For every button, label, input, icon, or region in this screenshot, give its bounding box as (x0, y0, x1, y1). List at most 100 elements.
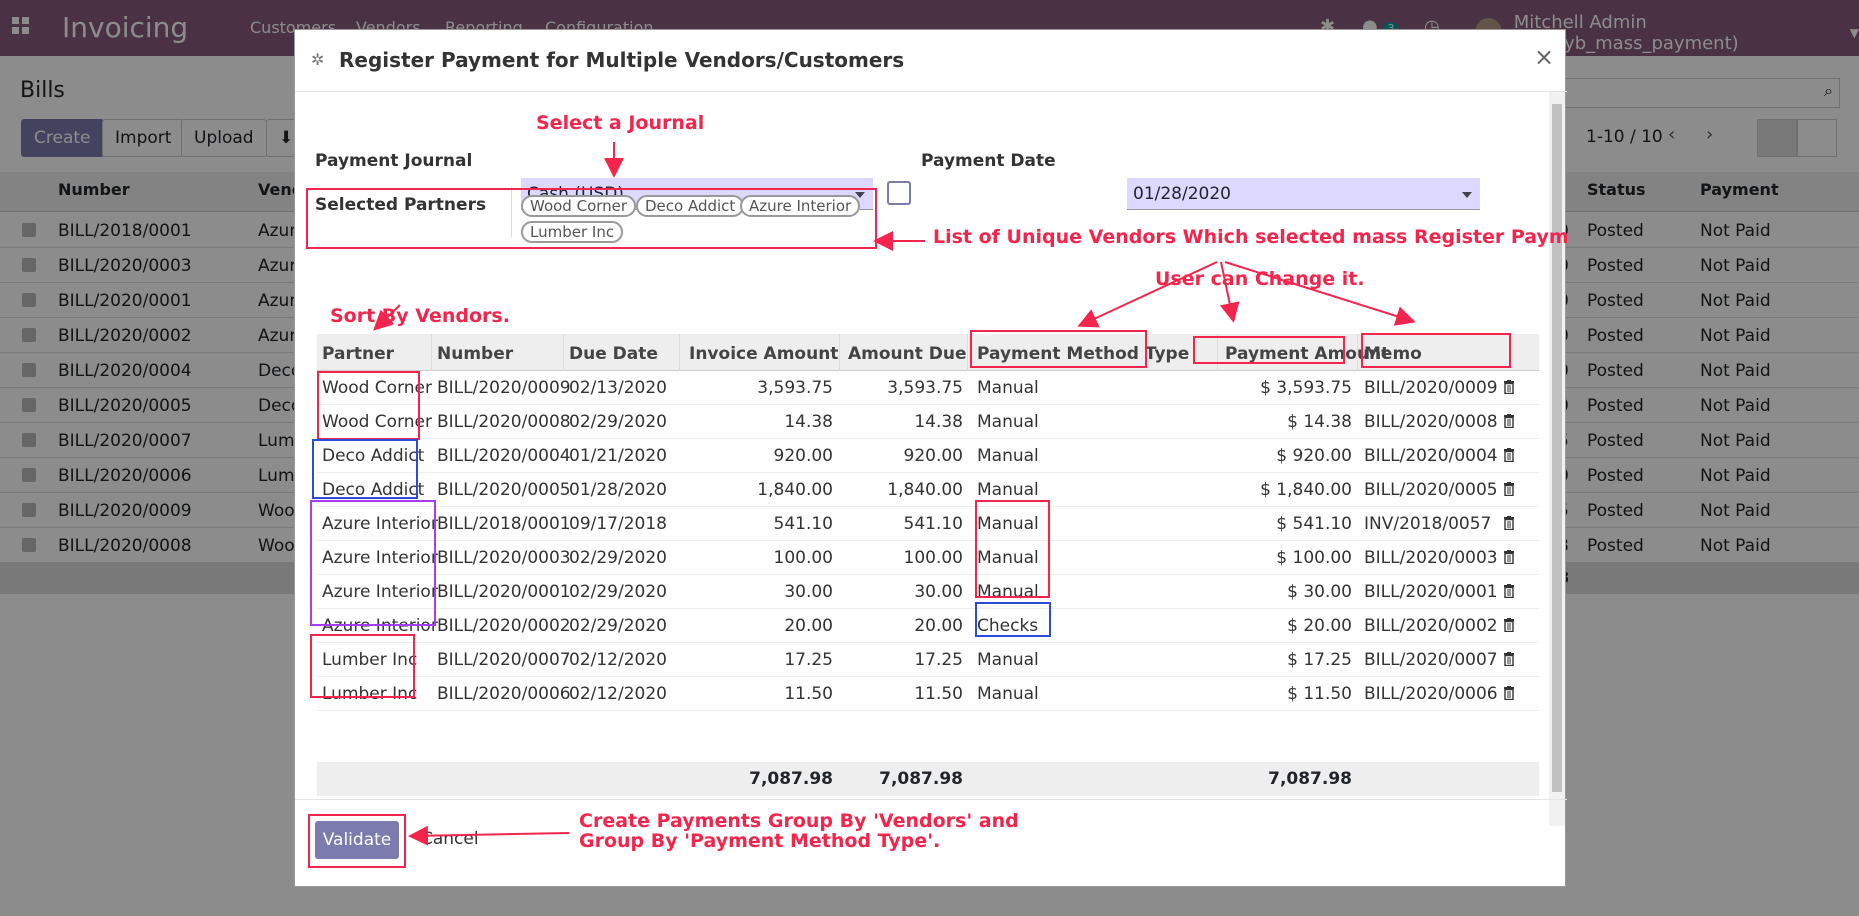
cell-due-date: 02/12/2020 (569, 684, 667, 704)
cell-amount-due: 541.10 (903, 514, 963, 534)
cell-number: BILL/2020/0008 (437, 412, 571, 432)
cell-amount-due: 920.00 (903, 446, 963, 466)
cell-number: BILL/2020/0005 (437, 480, 571, 500)
cell-invoice-amount: 30.00 (784, 582, 833, 602)
trash-icon[interactable] (1503, 448, 1515, 462)
cell-payment-amount[interactable]: $ 920.00 (1225, 446, 1352, 466)
payment-line-row[interactable]: Wood Corner BILL/2020/0009 02/13/2020 3,593… (317, 371, 1539, 405)
annotation-box-partners (306, 188, 877, 249)
cell-payment-method[interactable]: Manual (977, 480, 1039, 500)
cell-amount-due: 14.38 (914, 412, 963, 432)
payment-line-row[interactable]: Deco Addict BILL/2020/0005 01/28/2020 1,840… (317, 473, 1539, 507)
cell-number: BILL/2020/0006 (437, 684, 571, 704)
cell-memo[interactable]: BILL/2020/0005 (1364, 480, 1498, 500)
cell-due-date: 01/21/2020 (569, 446, 667, 466)
cell-invoice-amount: 17.25 (784, 650, 833, 670)
payment-date-input[interactable]: 01/28/2020 (1127, 178, 1480, 210)
payment-line-row[interactable]: Lumber Inc BILL/2020/0007 02/12/2020 17.25 1… (317, 643, 1539, 677)
cell-memo[interactable]: BILL/2020/0008 (1364, 412, 1498, 432)
cell-memo[interactable]: BILL/2020/0007 (1364, 650, 1498, 670)
cell-payment-amount[interactable]: $ 1,840.00 (1225, 480, 1352, 500)
cell-memo[interactable]: BILL/2020/0001 (1364, 582, 1498, 602)
cell-memo[interactable]: BILL/2020/0004 (1364, 446, 1498, 466)
cell-payment-method[interactable]: Manual (977, 412, 1039, 432)
col-amount-due[interactable]: Amount Due (848, 344, 967, 364)
cell-payment-method[interactable]: Manual (977, 650, 1039, 670)
cell-due-date: 02/12/2020 (569, 650, 667, 670)
trash-icon[interactable] (1503, 516, 1515, 530)
total-invoice-amount: 7,087.98 (749, 769, 833, 789)
trash-icon[interactable] (1503, 618, 1515, 632)
payment-date-label: Payment Date (921, 151, 1056, 171)
cell-due-date: 02/29/2020 (569, 616, 667, 636)
payment-lines-header: Partner Number Due Date Invoice Amount A… (317, 334, 1539, 371)
cell-payment-amount[interactable]: $ 11.50 (1225, 684, 1352, 704)
cell-memo[interactable]: INV/2018/0057 (1364, 514, 1491, 534)
payment-line-row[interactable]: Azure Interior BILL/2020/0002 02/29/2020 20… (317, 609, 1539, 643)
cell-amount-due: 20.00 (914, 616, 963, 636)
modal-body: Select a Journal Payment Journal Cash (U… (295, 92, 1567, 826)
cell-payment-amount[interactable]: $ 20.00 (1225, 616, 1352, 636)
cell-payment-method[interactable]: Manual (977, 378, 1039, 398)
cell-payment-amount[interactable]: $ 17.25 (1225, 650, 1352, 670)
payment-line-row[interactable]: Lumber Inc BILL/2020/0006 02/12/2020 11.50 1… (317, 677, 1539, 711)
col-invoice-amount[interactable]: Invoice Amount (689, 344, 838, 364)
annotation-create-payments: Create Payments Group By 'Vendors' and G… (579, 810, 1019, 852)
cell-memo[interactable]: BILL/2020/0006 (1364, 684, 1498, 704)
modal-footer: Validate Cancel Create Payments Group By… (295, 799, 1567, 887)
cell-due-date: 01/28/2020 (569, 480, 667, 500)
col-partner[interactable]: Partner (322, 344, 394, 364)
annotation-box-memo-header (1361, 333, 1511, 368)
payment-line-row[interactable]: Deco Addict BILL/2020/0004 01/21/2020 920.0… (317, 439, 1539, 473)
trash-icon[interactable] (1503, 380, 1515, 394)
cell-number: BILL/2020/0001 (437, 582, 571, 602)
cell-payment-method[interactable]: Manual (977, 446, 1039, 466)
cell-memo[interactable]: BILL/2020/0009 (1364, 378, 1498, 398)
cell-payment-amount[interactable]: $ 30.00 (1225, 582, 1352, 602)
trash-icon[interactable] (1503, 414, 1515, 428)
payment-line-row[interactable]: Azure Interior BILL/2018/0001 09/17/2018 54… (317, 507, 1539, 541)
annotation-box-wood-corner (317, 371, 420, 440)
external-link-icon[interactable] (887, 181, 911, 205)
cell-invoice-amount: 14.38 (784, 412, 833, 432)
cell-number: BILL/2020/0002 (437, 616, 571, 636)
cell-number: BILL/2018/0001 (437, 514, 571, 534)
cell-memo[interactable]: BILL/2020/0002 (1364, 616, 1498, 636)
trash-icon[interactable] (1503, 584, 1515, 598)
modal-header: ✲ Register Payment for Multiple Vendors/… (295, 30, 1567, 92)
cell-amount-due: 3,593.75 (887, 378, 963, 398)
payment-lines-total: 7,087.98 7,087.98 7,087.98 (317, 762, 1539, 796)
trash-icon[interactable] (1503, 652, 1515, 666)
payment-line-row[interactable]: Azure Interior BILL/2020/0001 02/29/2020 30… (317, 575, 1539, 609)
cell-number: BILL/2020/0009 (437, 378, 571, 398)
annotation-sort-by-vendors: Sort By Vendors. (330, 305, 510, 327)
payment-date-value: 01/28/2020 (1133, 184, 1231, 204)
cell-payment-amount[interactable]: $ 14.38 (1225, 412, 1352, 432)
cell-number: BILL/2020/0004 (437, 446, 571, 466)
cell-amount-due: 17.25 (914, 650, 963, 670)
cell-payment-amount[interactable]: $ 3,593.75 (1225, 378, 1352, 398)
annotation-box-amount-header (1193, 336, 1345, 364)
cell-payment-amount[interactable]: $ 541.10 (1225, 514, 1352, 534)
cell-amount-due: 1,840.00 (887, 480, 963, 500)
cell-due-date: 02/29/2020 (569, 582, 667, 602)
cell-payment-method[interactable]: Manual (977, 684, 1039, 704)
cell-number: BILL/2020/0007 (437, 650, 571, 670)
bug-icon: ✲ (311, 50, 325, 69)
trash-icon[interactable] (1503, 686, 1515, 700)
cell-invoice-amount: 920.00 (773, 446, 833, 466)
caret-down-icon (1462, 192, 1472, 198)
col-due-date[interactable]: Due Date (569, 344, 658, 364)
trash-icon[interactable] (1503, 482, 1515, 496)
cell-number: BILL/2020/0003 (437, 548, 571, 568)
close-icon[interactable]: × (1534, 43, 1554, 71)
payment-line-row[interactable]: Azure Interior BILL/2020/0003 02/29/2020 10… (317, 541, 1539, 575)
trash-icon[interactable] (1503, 550, 1515, 564)
cell-payment-amount[interactable]: $ 100.00 (1225, 548, 1352, 568)
annotation-box-deco-addict (312, 439, 418, 499)
cell-invoice-amount: 541.10 (773, 514, 833, 534)
col-number[interactable]: Number (437, 344, 513, 364)
payment-line-row[interactable]: Wood Corner BILL/2020/0008 02/29/2020 14.38… (317, 405, 1539, 439)
cell-memo[interactable]: BILL/2020/0003 (1364, 548, 1498, 568)
cell-due-date: 02/29/2020 (569, 412, 667, 432)
